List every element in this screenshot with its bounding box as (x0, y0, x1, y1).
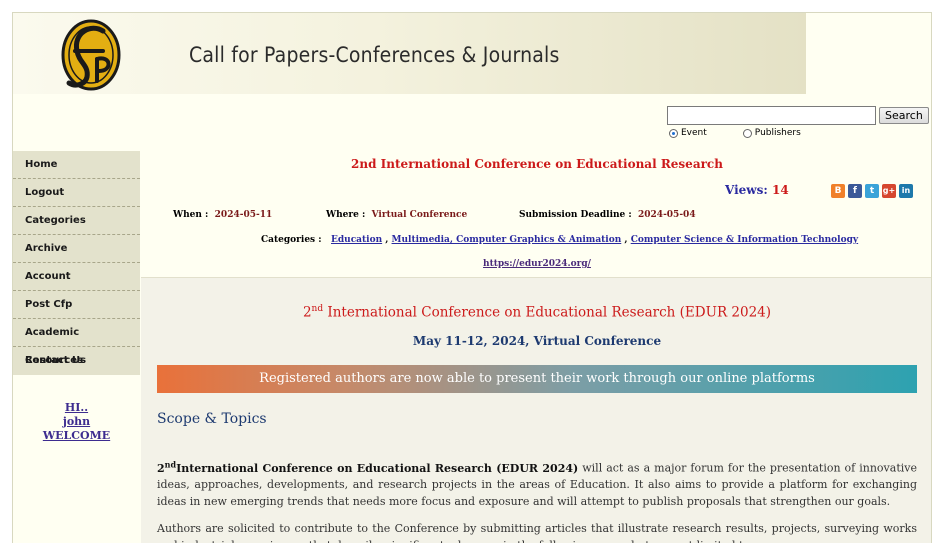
category-link-multimedia[interactable]: Multimedia, Computer Graphics & Animatio… (392, 235, 622, 245)
category-link-education[interactable]: Education (331, 235, 382, 245)
heading-ordinal: 2 (302, 304, 312, 321)
publishers-radio[interactable] (742, 128, 752, 138)
heading-ordinal-suffix: nd (311, 304, 324, 314)
event-url-link[interactable]: https://edur2024.org/ (483, 259, 591, 269)
cfp-logo[interactable] (51, 15, 127, 93)
when-field: When : 2024-05-11 (173, 210, 272, 220)
blogger-icon[interactable]: B (831, 184, 845, 198)
views-label: Views: (725, 183, 768, 197)
categories-label: Categories : (261, 235, 322, 245)
scope-paragraph-1: 2ndInternational Conference on Education… (157, 456, 917, 510)
deadline-value: 2024-05-04 (638, 210, 696, 220)
page-container: Call for Papers-Conferences & Journals S… (12, 12, 932, 543)
conference-date-location: May 11-12, 2024, Virtual Conference (412, 334, 662, 348)
para-ordinal-suffix: nd (164, 459, 177, 469)
views-counter: Views: 14 (725, 183, 789, 197)
where-label: Where : (326, 210, 366, 220)
when-label: When : (173, 210, 209, 220)
views-count: 14 (772, 183, 789, 197)
site-title: Call for Papers-Conferences & Journals (189, 43, 560, 67)
event-radio[interactable] (669, 128, 678, 138)
sidebar-item-account[interactable]: Account (13, 263, 140, 291)
where-field: Where : Virtual Conference (326, 210, 467, 220)
search-button[interactable]: Search (879, 107, 929, 124)
facebook-icon[interactable]: f (848, 184, 862, 198)
publishers-radio-label: Publishers (754, 128, 801, 138)
para-bold-title: International Conference on Educational … (176, 461, 579, 475)
when-value: 2024-05-11 (214, 210, 273, 220)
linkedin-icon[interactable]: in (899, 184, 913, 198)
heading-text: International Conference on Educational … (323, 304, 772, 321)
header-banner: Call for Papers-Conferences & Journals (13, 13, 806, 94)
welcome-text[interactable]: WELCOME (13, 429, 140, 443)
sidebar-item-home[interactable]: Home (13, 151, 140, 179)
scope-paragraph-2: Authors are solicited to contribute to t… (157, 522, 917, 543)
google-plus-icon[interactable]: g+ (882, 184, 896, 198)
sidebar-item-categories[interactable]: Categories (13, 207, 140, 235)
event-description: 2nd International Conference on Educatio… (141, 277, 931, 543)
scope-heading: Scope & Topics (157, 411, 267, 427)
deadline-label: Submission Deadline : (519, 210, 632, 220)
event-radio-label: Event (681, 128, 707, 138)
event-categories: Categories : Education , Multimedia, Com… (261, 235, 859, 245)
deadline-field: Submission Deadline : 2024-05-04 (519, 210, 696, 220)
para-ordinal: 2 (157, 461, 165, 475)
welcome-username[interactable]: john (13, 415, 140, 429)
sidebar-item-academic-resources[interactable]: Academic Resources (13, 319, 140, 366)
search-type-options: Event Publishers (669, 128, 801, 138)
event-title: 2nd International Conference on Educatio… (351, 157, 723, 171)
twitter-icon[interactable]: t (865, 184, 879, 198)
search-bar: Search (667, 106, 929, 125)
sidebar-item-post-cfp[interactable]: Post Cfp (13, 291, 140, 319)
event-summary: 2nd International Conference on Educatio… (141, 151, 931, 277)
announcement-banner: Registered authors are now able to prese… (157, 365, 917, 393)
sidebar-item-contact-us[interactable]: Contact Us (13, 347, 140, 375)
welcome-greeting[interactable]: HI.. (13, 401, 140, 415)
conference-heading: 2nd International Conference on Educatio… (141, 304, 931, 321)
search-input[interactable] (667, 106, 876, 125)
sidebar-item-logout[interactable]: Logout (13, 179, 140, 207)
user-welcome: HI.. john WELCOME (13, 401, 140, 443)
where-value: Virtual Conference (371, 210, 468, 220)
sidebar-nav: Home Logout Categories Archive Account P… (13, 151, 140, 375)
share-buttons: B f t g+ in (831, 184, 913, 198)
category-link-computer-science[interactable]: Computer Science & Information Technolog… (631, 235, 858, 245)
sidebar-item-archive[interactable]: Archive (13, 235, 140, 263)
event-url-row: https://edur2024.org/ (141, 259, 931, 269)
